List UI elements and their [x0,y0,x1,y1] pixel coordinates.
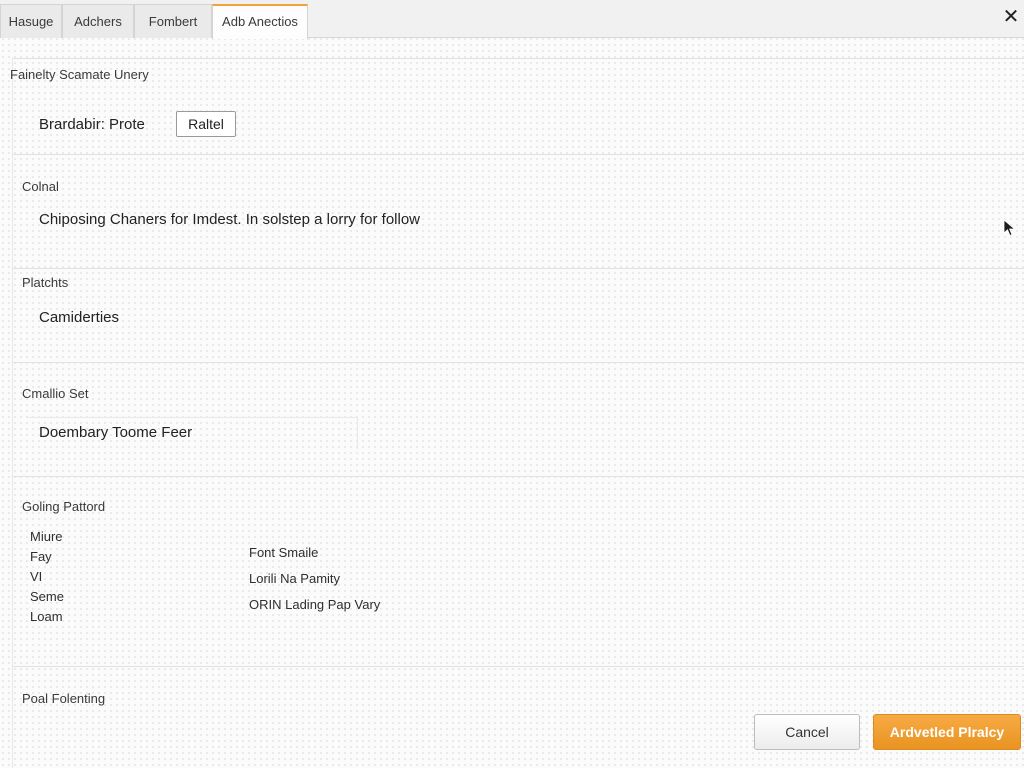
close-icon[interactable]: ✕ [1002,6,1020,28]
section-1-text: Brardabir: Prote [39,116,145,133]
doembary-field-value: Doembary Toome Feer [39,424,193,441]
section-title-1: Fainelty Scamate Unery [10,67,149,82]
primary-action-button[interactable]: Ardvetled Plralcy [873,714,1021,750]
pattern-list-right: Font Smaile Lorili Na Pamity ORIN Lading… [249,540,380,618]
mouse-cursor-icon [1003,219,1016,237]
tab-bar: Hasuge Adchers Fombert Adb Anectios ✕ [0,0,1024,39]
tab-fombert[interactable]: Fombert [134,4,212,38]
pattern-list-left: Miure Fay VI Seme Loam [30,527,64,627]
section-title-2: Colnal [22,179,59,194]
list-item[interactable]: Loam [30,607,64,627]
section-title-6: Poal Folenting [22,691,106,706]
tab-adchers[interactable]: Adchers [62,4,134,38]
section-1 [12,58,1024,154]
raltel-button[interactable]: Raltel [176,111,236,137]
list-item[interactable]: Seme [30,587,64,607]
list-item[interactable]: Fay [30,547,64,567]
cancel-button[interactable]: Cancel [754,714,860,750]
list-item[interactable]: Font Smaile [249,540,380,566]
list-item[interactable]: VI [30,567,64,587]
section-3 [12,268,1024,362]
list-item[interactable]: ORIN Lading Pap Vary [249,592,380,618]
section-title-3: Platchts [22,275,69,290]
section-2-text: Chiposing Chaners for Imdest. In solstep… [39,211,420,228]
list-item[interactable]: Lorili Na Pamity [249,566,380,592]
tab-adb-anectios[interactable]: Adb Anectios [212,4,308,39]
section-title-4: Cmallio Set [22,386,89,401]
list-item[interactable]: Miure [30,527,64,547]
tab-hasuge[interactable]: Hasuge [0,4,62,38]
section-3-text: Camiderties [39,309,120,326]
section-5 [12,476,1024,666]
section-title-5: Goling Pattord [22,499,106,514]
